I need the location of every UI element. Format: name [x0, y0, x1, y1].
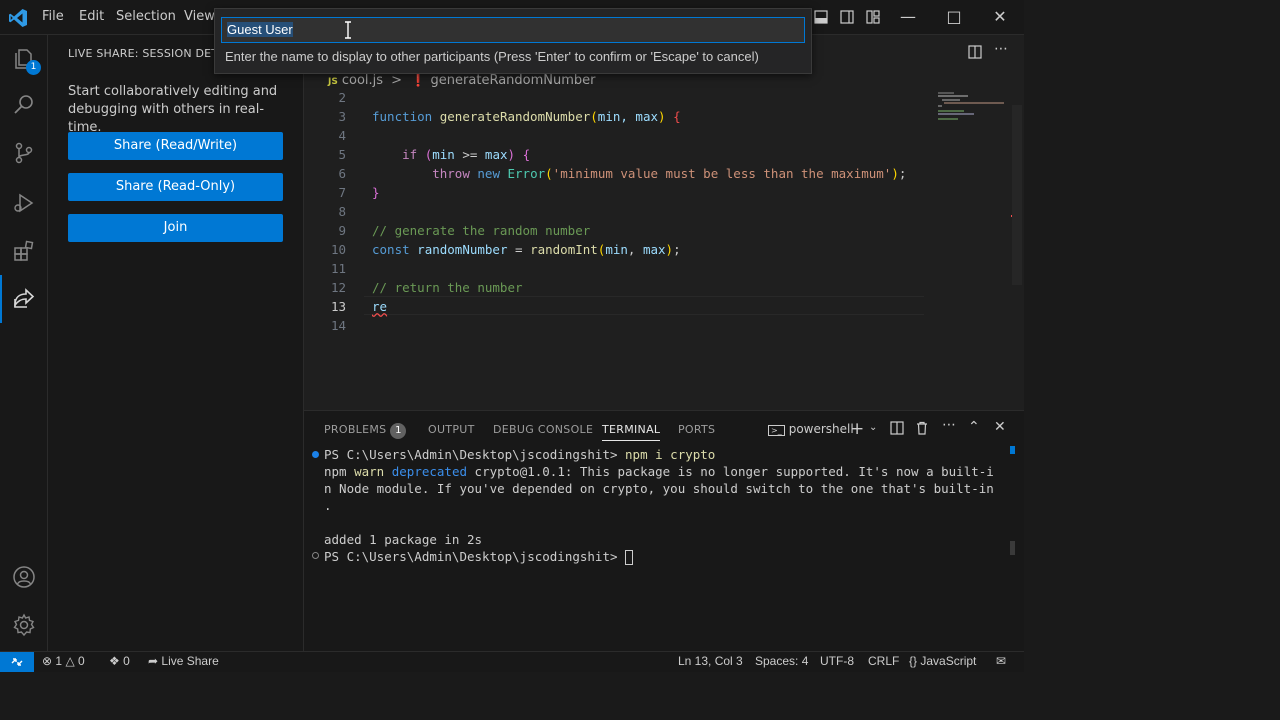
notifications-bell-icon[interactable]: ✉ [996, 654, 1006, 668]
share-read-only-button[interactable]: Share (Read-Only) [68, 173, 283, 201]
status-bar: ⊗ 1 △ 0 ❖ 0 ➦ Live Share Ln 13, Col 3 Sp… [0, 651, 1024, 672]
terminal-line: . [324, 498, 332, 513]
quick-input-widget: Guest User Enter the name to display to … [214, 8, 812, 74]
more-actions-icon[interactable]: ⋯ [942, 417, 956, 433]
terminal-line: npm warn deprecated crypto@1.0.1: This p… [324, 464, 994, 479]
error-icon: ⊗ [42, 654, 53, 668]
command-pending-dot [312, 552, 319, 559]
share-read-write-button[interactable]: Share (Read/Write) [68, 132, 283, 160]
split-terminal-icon[interactable] [890, 421, 904, 435]
extensions-icon[interactable] [12, 239, 36, 263]
indentation[interactable]: Spaces: 4 [755, 654, 808, 668]
menu-selection[interactable]: Selection [116, 9, 176, 24]
code-line-7: 7} [338, 185, 380, 200]
code-line-9: 9// generate the random number [338, 223, 591, 238]
display-name-input[interactable]: Guest User [221, 17, 805, 43]
live-share-icon[interactable] [12, 287, 36, 311]
editor: ⋯ JS cool.js > ❗ generateRandomNumber 2 3… [304, 35, 1024, 410]
tab-problems[interactable]: PROBLEMS 1 [324, 423, 407, 439]
activity-bar: 1 [0, 35, 48, 651]
code-line-3: 3 function generateRandomNumber(min, max)… [338, 109, 681, 124]
terminal-line: added 1 package in 2s [324, 532, 483, 547]
vscode-logo-icon [9, 9, 27, 27]
quick-input-message: Enter the name to display to other parti… [225, 49, 759, 64]
language-mode[interactable]: {} JavaScript [909, 654, 976, 668]
minimap[interactable] [936, 90, 1016, 410]
trash-icon[interactable] [915, 421, 929, 435]
braces-icon: {} [909, 654, 918, 668]
toggle-panel-icon[interactable] [814, 10, 828, 24]
explorer-badge: 1 [26, 60, 41, 75]
toggle-secondary-sidebar-icon[interactable] [840, 10, 854, 24]
more-actions-icon[interactable]: ⋯ [994, 41, 1008, 57]
terminal-cursor [625, 550, 634, 565]
split-editor-icon[interactable] [968, 45, 982, 59]
encoding[interactable]: UTF-8 [820, 654, 854, 668]
menu-view[interactable]: View [184, 9, 215, 24]
js-file-icon: JS [328, 77, 338, 87]
end-of-line[interactable]: CRLF [868, 654, 899, 668]
breadcrumb-symbol[interactable]: generateRandomNumber [431, 73, 596, 88]
symbol-method-icon: ❗ [410, 73, 427, 88]
live-share-sidebar: LIVE SHARE: SESSION DETAILS Start collab… [48, 35, 304, 651]
settings-gear-icon[interactable] [12, 613, 36, 637]
problems-status[interactable]: ⊗ 1 △ 0 [42, 654, 85, 668]
run-debug-icon[interactable] [12, 191, 36, 215]
accounts-icon[interactable] [12, 565, 36, 589]
breadcrumb-file[interactable]: cool.js [342, 73, 383, 88]
warning-icon: △ [65, 654, 75, 668]
code-line-8: 8 [338, 204, 346, 219]
editor-scrollbar[interactable] [1012, 105, 1022, 285]
tab-ports[interactable]: PORTS [678, 423, 715, 436]
live-share-status[interactable]: ➦ Live Share [148, 654, 219, 668]
ports-status[interactable]: ❖ 0 [109, 654, 130, 668]
terminal-icon: >_ [768, 425, 785, 436]
minimize-icon[interactable]: — [898, 8, 918, 26]
problems-count-badge: 1 [390, 423, 407, 439]
code-line-5: 5 if (min >= max) { [338, 147, 531, 162]
tab-debug-console[interactable]: DEBUG CONSOLE [493, 423, 593, 436]
terminal-scroll-marker [1010, 446, 1015, 454]
close-icon[interactable]: ✕ [990, 8, 1010, 26]
sidebar-description: Start collaboratively editing and debugg… [68, 84, 278, 135]
menu-file[interactable]: File [42, 9, 64, 24]
terminal-line: PS C:\Users\Admin\Desktop\jscodingshit> … [324, 447, 716, 462]
vscode-window: File Edit Selection View — □ ✕ 1 LIVE SH… [0, 0, 1024, 672]
active-indicator [0, 275, 2, 323]
terminal-line: n Node module. If you've depended on cry… [324, 481, 994, 496]
terminal-shell-selector[interactable]: >_ powershell [768, 422, 854, 436]
breadcrumb: JS cool.js > ❗ generateRandomNumber [328, 73, 595, 88]
code-line-2: 2 [338, 90, 346, 105]
bottom-panel: PROBLEMS 1 OUTPUT DEBUG CONSOLE TERMINAL … [304, 410, 1024, 651]
code-line-10: 10 const randomNumber = randomInt(min, ma… [330, 242, 681, 257]
chevron-down-icon[interactable]: ⌄ [869, 422, 877, 433]
join-button[interactable]: Join [68, 214, 283, 242]
terminal-scrollbar[interactable] [1010, 541, 1015, 555]
menu-edit[interactable]: Edit [79, 9, 104, 24]
code-line-11: 11 [330, 261, 346, 276]
search-icon[interactable] [12, 93, 36, 117]
remote-icon [11, 658, 23, 666]
close-panel-icon[interactable]: ✕ [994, 419, 1006, 435]
new-terminal-icon[interactable]: + [850, 419, 864, 439]
code-line-6: 6 throw new Error('minimum value must be… [338, 166, 907, 181]
text-cursor-icon [345, 21, 351, 39]
code-line-14: 14 [330, 318, 346, 333]
terminal-line: PS C:\Users\Admin\Desktop\jscodingshit> [324, 548, 634, 565]
code-line-13: 13 re [330, 299, 388, 314]
source-control-icon[interactable] [12, 141, 36, 165]
tab-terminal[interactable]: TERMINAL [602, 423, 661, 441]
chevron-right-icon: > [391, 73, 403, 88]
radio-tower-icon: ❖ [109, 654, 120, 668]
live-share-icon: ➦ [148, 654, 159, 668]
maximize-icon[interactable]: □ [944, 8, 964, 26]
code-line-12: 12// return the number [330, 280, 523, 295]
tab-output[interactable]: OUTPUT [428, 423, 475, 436]
customize-layout-icon[interactable] [866, 10, 880, 24]
code-line-4: 4 [338, 128, 346, 143]
cursor-position[interactable]: Ln 13, Col 3 [678, 654, 743, 668]
remote-indicator[interactable] [0, 652, 34, 672]
command-success-dot [312, 451, 319, 458]
maximize-panel-icon[interactable]: ⌃ [968, 419, 980, 435]
